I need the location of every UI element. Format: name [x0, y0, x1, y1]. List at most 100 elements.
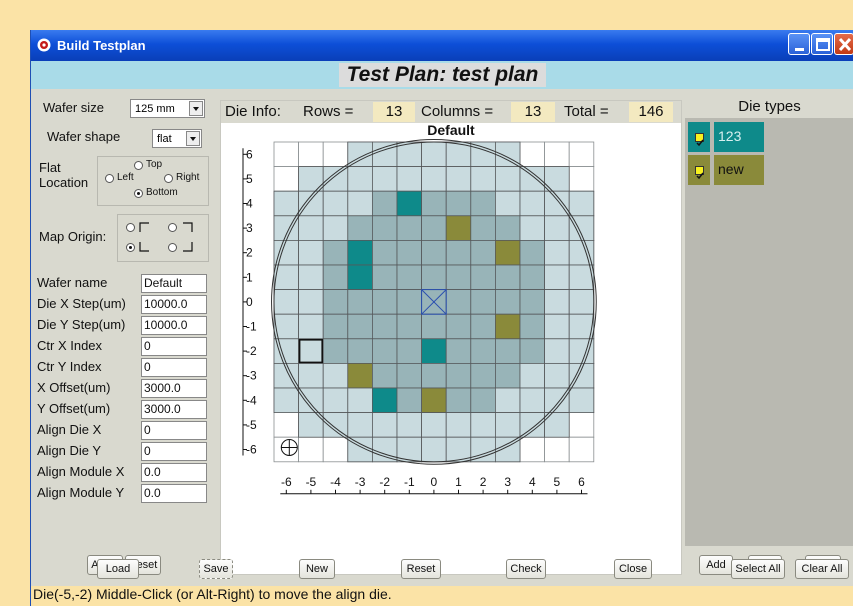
map-origin-label: Map Origin: [39, 229, 107, 244]
select-all-button[interactable]: Select All [731, 559, 785, 579]
die-cell [519, 338, 546, 364]
die-y-step-input[interactable]: 10000.0 [141, 316, 207, 335]
die-cell [519, 240, 546, 266]
flat-right-radio[interactable] [164, 174, 173, 183]
origin-bottom-right-radio[interactable] [168, 243, 177, 252]
die-cell [347, 264, 373, 291]
load-button[interactable]: Load [97, 559, 139, 579]
die-cell [470, 141, 496, 168]
die-type-123[interactable]: 123 [688, 122, 764, 152]
y-tick-label: -1 [246, 320, 257, 334]
die-cell [445, 166, 472, 192]
die-cell [371, 240, 398, 266]
flat-top-radio[interactable] [134, 161, 143, 170]
dropdown-arrow-icon [189, 101, 203, 116]
die-cell [494, 289, 521, 315]
origin-bottom-left-radio[interactable] [126, 243, 135, 252]
reset-button[interactable]: Reset [401, 559, 441, 579]
die-type-new-checkbox[interactable] [695, 166, 704, 180]
die-cell [445, 362, 472, 389]
die-cell [519, 190, 546, 217]
die-cell [568, 240, 595, 266]
die-cell [273, 362, 300, 389]
maximize-button[interactable] [811, 33, 833, 55]
y-tick-label: -6 [246, 443, 257, 457]
align-module-x-label: Align Module X [37, 464, 125, 479]
y-tick-label: -5 [246, 418, 257, 432]
grid-cell [568, 412, 595, 438]
y-offset-input[interactable]: 3000.0 [141, 400, 207, 419]
die-cell [544, 412, 570, 438]
die-cell [544, 289, 570, 315]
align-module-y-input[interactable]: 0.0 [141, 484, 207, 503]
die-cell [298, 264, 324, 291]
ctr-x-index-input[interactable]: 0 [141, 337, 207, 356]
wafer-map[interactable]: Default 6 5 4 3 2 1 0 -1 -2 -3 -4 -5 -6 -6 -5 -4 -3 -2 -1 0 1… [221, 124, 681, 574]
title-bar[interactable]: Build Testplan [31, 30, 853, 61]
rows-value: 13 [373, 102, 415, 122]
die-cell [445, 264, 472, 291]
wafer-name-input[interactable]: Default [141, 274, 207, 293]
close-window-button[interactable] [834, 33, 853, 55]
y-offset-label: Y Offset(um) [37, 401, 111, 416]
x-tick-label: 3 [504, 475, 511, 489]
minimize-button[interactable] [788, 33, 810, 55]
close-button[interactable]: Close [614, 559, 652, 579]
die-cell [322, 240, 349, 266]
x-tick-label: 5 [554, 475, 561, 489]
die-cell [298, 362, 324, 389]
flat-left-radio[interactable] [105, 174, 114, 183]
die-cell [273, 338, 300, 364]
die-cell [519, 362, 546, 389]
die-cell [347, 338, 373, 364]
wafer-shape-select[interactable]: flat [152, 129, 202, 148]
die-cell [396, 362, 423, 389]
die-cell [494, 166, 521, 192]
die-cell [322, 264, 349, 291]
flat-left-label: Left [117, 172, 134, 183]
clear-all-button[interactable]: Clear All [795, 559, 849, 579]
die-cell [347, 412, 373, 438]
wafer-shape-label: Wafer shape [47, 129, 121, 144]
die-cell [396, 190, 423, 217]
die-cell [470, 387, 496, 414]
columns-label: Columns = [421, 103, 494, 120]
die-cell [568, 215, 595, 241]
new-button[interactable]: New [299, 559, 335, 579]
save-button[interactable]: Save [199, 559, 233, 579]
origin-top-right-radio[interactable] [168, 223, 177, 232]
die-cell [371, 215, 398, 241]
y-tick-label: 4 [246, 197, 253, 211]
die-cell [470, 215, 496, 241]
align-die-x-input[interactable]: 0 [141, 421, 207, 440]
map-title: Default [427, 124, 475, 138]
die-cell [421, 264, 447, 291]
die-cell [322, 313, 349, 340]
align-die-x-label: Align Die X [37, 422, 102, 437]
wafer-size-select[interactable]: 125 mm [130, 99, 205, 118]
origin-top-left-radio[interactable] [126, 223, 135, 232]
x-offset-input[interactable]: 3000.0 [141, 379, 207, 398]
ctr-y-index-input[interactable]: 0 [141, 358, 207, 377]
die-cell [519, 387, 546, 414]
die-cell [470, 313, 496, 340]
die-cell [371, 436, 398, 463]
die-cell [568, 289, 595, 315]
die-cell [421, 166, 447, 192]
align-module-x-input[interactable]: 0.0 [141, 463, 207, 482]
flat-location-group: Top Left Right Bottom [97, 156, 209, 206]
die-x-step-input[interactable]: 10000.0 [141, 295, 207, 314]
die-type-new[interactable]: new [688, 155, 764, 185]
grid-cell [568, 141, 595, 168]
check-button[interactable]: Check [506, 559, 546, 579]
align-die-y-input[interactable]: 0 [141, 442, 207, 461]
die-cell [421, 436, 447, 463]
wafer-name-label: Wafer name [37, 275, 108, 290]
die-cell [445, 240, 472, 266]
flat-bottom-radio[interactable] [134, 189, 143, 198]
die-cell [421, 412, 447, 438]
x-tick-label: 0 [431, 475, 438, 489]
flat-bottom-label: Bottom [146, 187, 178, 198]
die-type-123-checkbox[interactable] [695, 133, 704, 147]
die-cell [445, 412, 472, 438]
